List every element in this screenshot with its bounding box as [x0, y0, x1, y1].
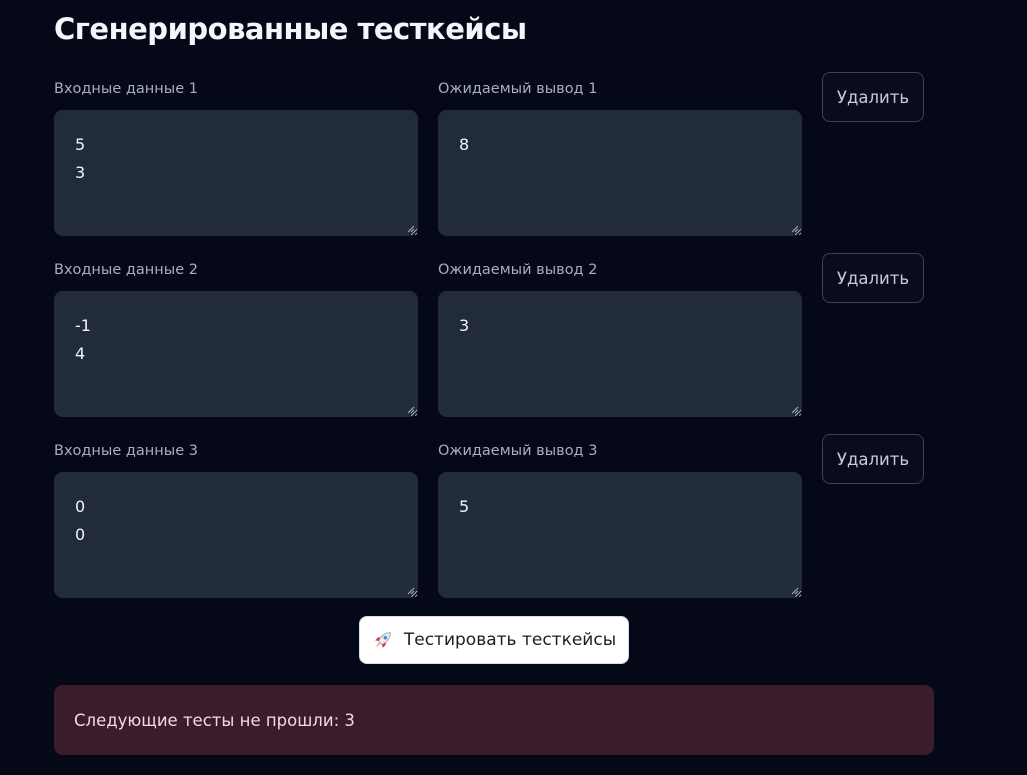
page: Сгенерированные тесткейсы Входные данные… [0, 0, 1027, 775]
input-label: Входные данные 1 [54, 81, 198, 97]
output-textarea-container: 8 [438, 110, 802, 236]
delete-testcase-button[interactable]: Удалить [822, 72, 924, 122]
input-textarea-container: 5 3 [54, 110, 418, 236]
expected-output-label: Ожидаемый вывод 3 [438, 443, 598, 459]
testcase-row: Входные данные 2 Ожидаемый вывод 2 -1 4 … [54, 253, 934, 426]
input-textarea[interactable]: 5 3 [54, 110, 418, 236]
run-testcases-button[interactable]: Тестировать тесткейсы [359, 616, 629, 664]
delete-testcase-button[interactable]: Удалить [822, 253, 924, 303]
testcase-row: Входные данные 3 Ожидаемый вывод 3 0 0 5… [54, 434, 934, 607]
error-alert: Следующие тесты не прошли: 3 [54, 685, 934, 755]
page-title: Сгенерированные тесткейсы [54, 12, 527, 46]
expected-output-textarea[interactable]: 3 [438, 291, 802, 417]
run-testcases-label: Тестировать тесткейсы [403, 630, 617, 650]
output-textarea-container: 3 [438, 291, 802, 417]
rocket-icon [372, 629, 394, 651]
input-textarea[interactable]: -1 4 [54, 291, 418, 417]
expected-output-textarea[interactable]: 5 [438, 472, 802, 598]
expected-output-label: Ожидаемый вывод 1 [438, 81, 598, 97]
delete-testcase-button[interactable]: Удалить [822, 434, 924, 484]
input-textarea-container: 0 0 [54, 472, 418, 598]
testcase-row: Входные данные 1 Ожидаемый вывод 1 5 3 8… [54, 72, 934, 245]
error-alert-message: Следующие тесты не прошли: 3 [74, 710, 355, 730]
input-label: Входные данные 3 [54, 443, 198, 459]
input-textarea[interactable]: 0 0 [54, 472, 418, 598]
expected-output-label: Ожидаемый вывод 2 [438, 262, 598, 278]
expected-output-textarea[interactable]: 8 [438, 110, 802, 236]
input-textarea-container: -1 4 [54, 291, 418, 417]
output-textarea-container: 5 [438, 472, 802, 598]
input-label: Входные данные 2 [54, 262, 198, 278]
